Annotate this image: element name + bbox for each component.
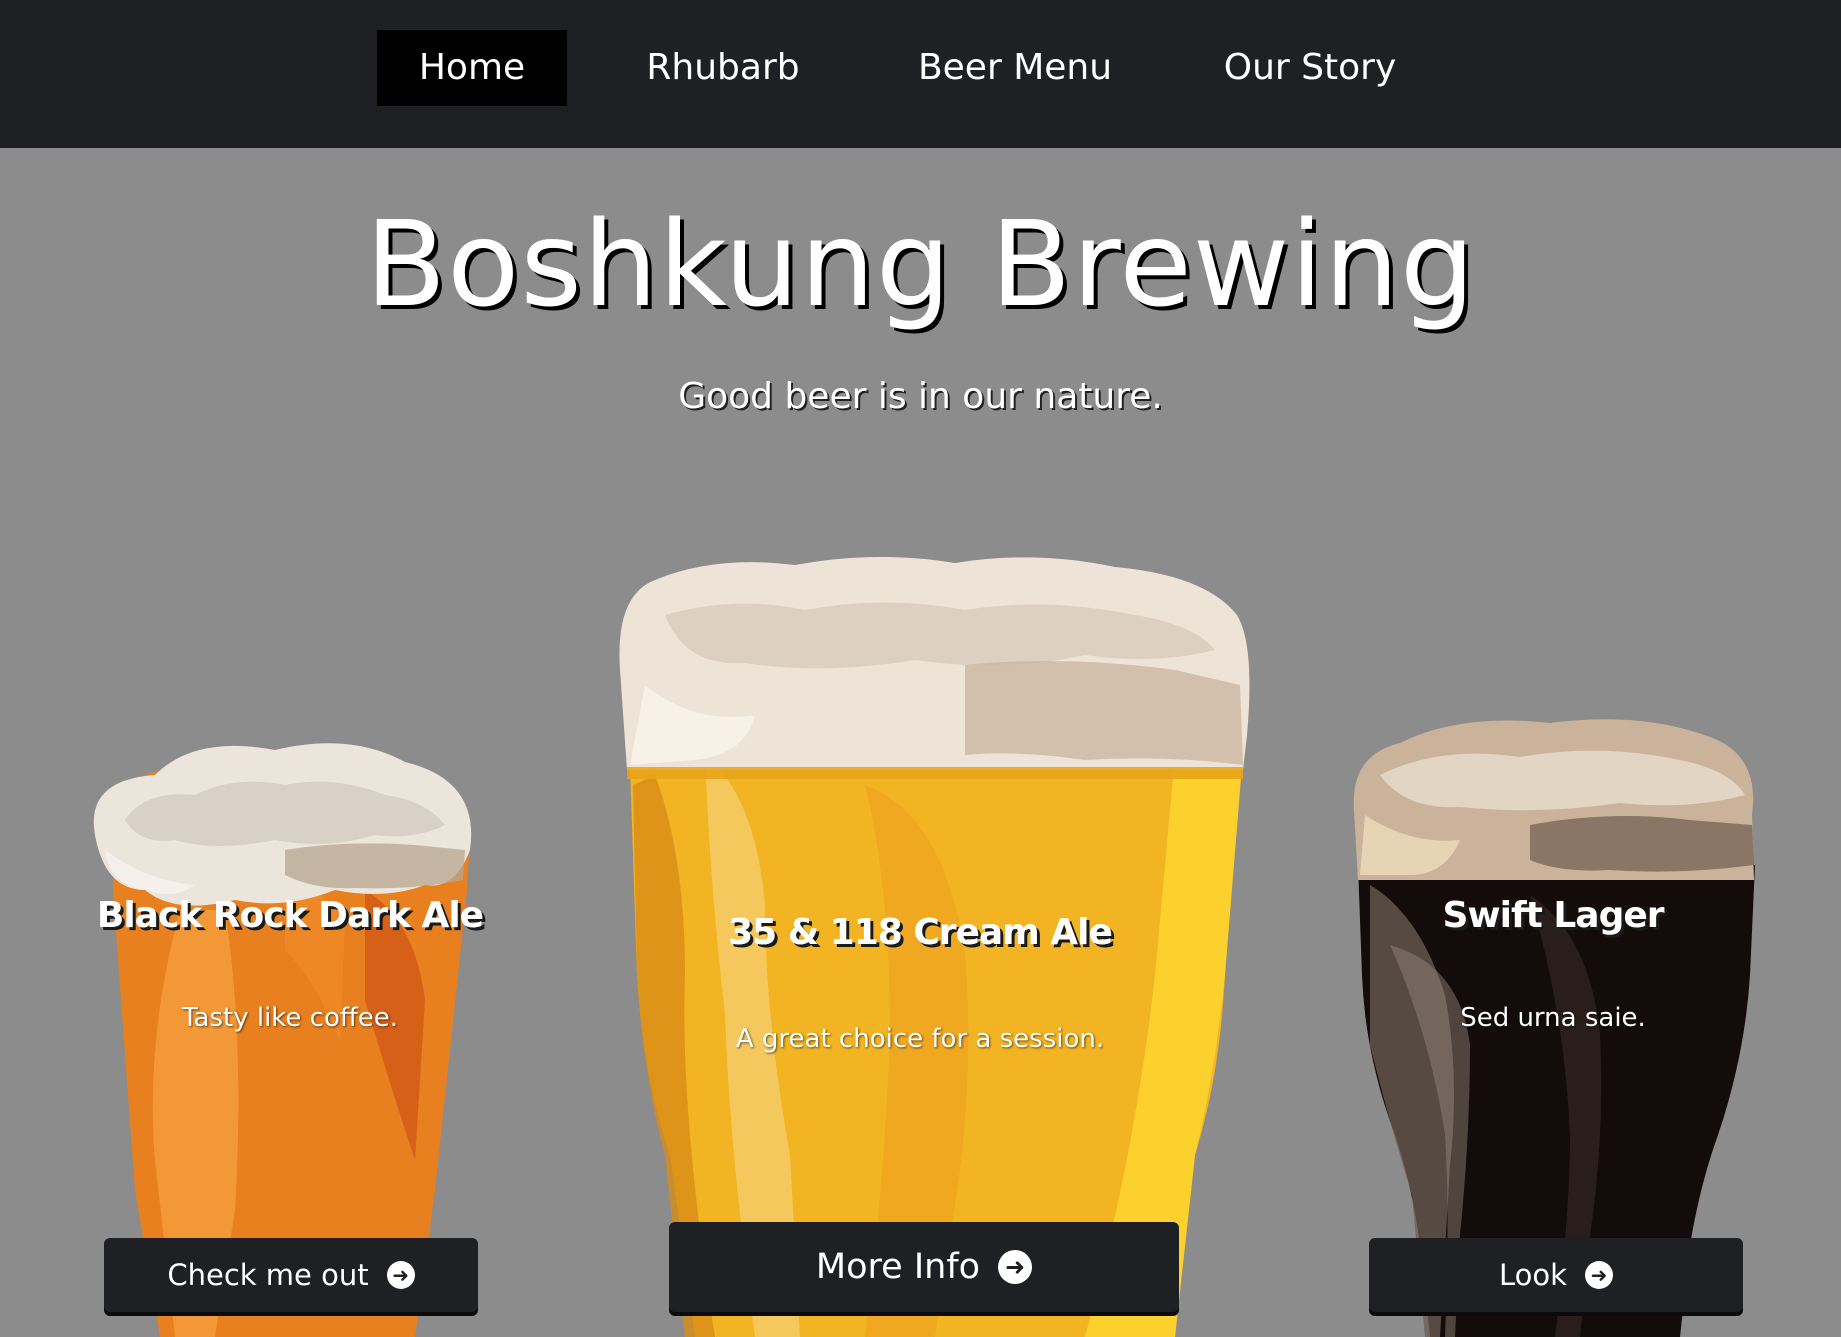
beer-description-dark-ale: Tasty like coffee.: [181, 1003, 399, 1033]
beer-title-dark-ale: Black Rock Dark Ale: [96, 895, 484, 936]
nav-item-home[interactable]: Home: [377, 30, 567, 106]
arrow-circle-right-icon: ➜: [1584, 1261, 1613, 1289]
look-button-label: Look: [1499, 1258, 1567, 1292]
arrow-circle-right-icon: ➜: [386, 1261, 415, 1289]
nav-item-beer-menu[interactable]: Beer Menu: [900, 30, 1130, 106]
check-me-out-button-label: Check me out: [167, 1258, 369, 1292]
hero-title: Boshkung Brewing: [365, 195, 1476, 333]
nav-item-our-story[interactable]: Our Story: [1200, 30, 1420, 106]
navbar: Home Rhubarb Beer Menu Our Story: [0, 0, 1841, 148]
arrow-circle-right-icon: ➜: [998, 1250, 1033, 1284]
more-info-button-label: More Info: [815, 1247, 981, 1287]
beer-description-swift-lager: Sed urna saie.: [1460, 1003, 1646, 1033]
beer-description-cream-ale: A great choice for a session.: [735, 1024, 1105, 1054]
beer-title-cream-ale: 35 & 118 Cream Ale: [728, 912, 1113, 953]
nav-item-rhubarb[interactable]: Rhubarb: [628, 30, 818, 106]
beer-title-swift-lager: Swift Lager: [1442, 895, 1664, 936]
check-me-out-button[interactable]: Check me out ➜: [104, 1238, 478, 1312]
hero-subtitle: Good beer is in our nature.: [678, 376, 1163, 417]
look-button[interactable]: Look ➜: [1369, 1238, 1743, 1312]
more-info-button[interactable]: More Info ➜: [669, 1222, 1179, 1312]
